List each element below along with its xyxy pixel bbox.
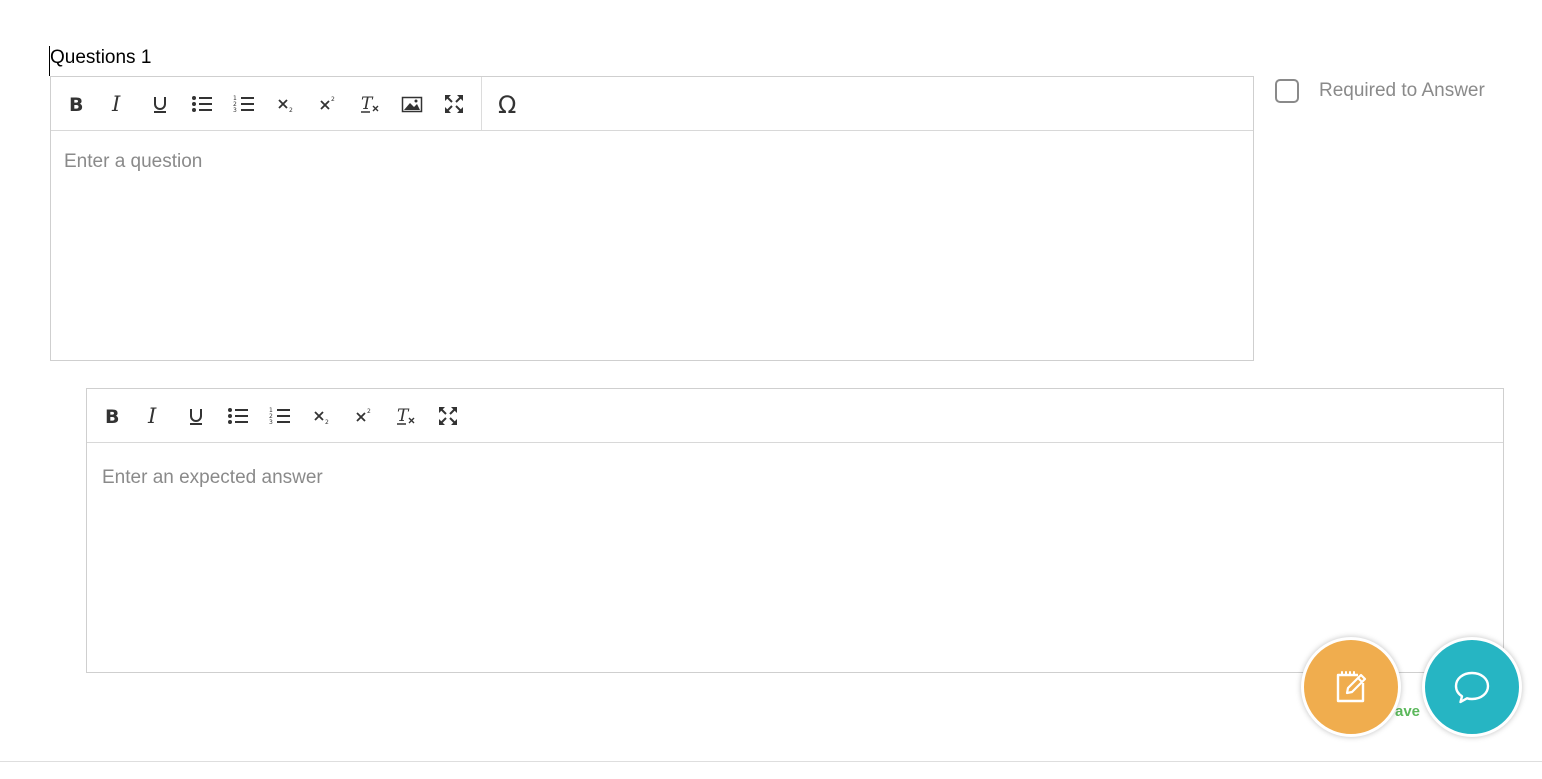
subscript-icon[interactable]: 2	[265, 83, 307, 125]
chat-bubble-icon	[1454, 671, 1490, 704]
maximize-icon[interactable]	[433, 83, 475, 125]
svg-text:B: B	[69, 94, 83, 114]
remove-format-icon[interactable]: T	[349, 83, 391, 125]
superscript-icon[interactable]: 2	[343, 395, 385, 437]
answer-editor[interactable]: B I 123 2 2 T Enter an expected answer	[86, 388, 1504, 673]
numbered-list-icon[interactable]: 123	[223, 83, 265, 125]
italic-icon[interactable]: I	[97, 83, 139, 125]
special-character-icon[interactable]: Ω	[488, 83, 530, 125]
italic-icon[interactable]: I	[133, 395, 175, 437]
answer-placeholder[interactable]: Enter an expected answer	[87, 443, 1503, 489]
underline-icon[interactable]	[175, 395, 217, 437]
subscript-icon[interactable]: 2	[301, 395, 343, 437]
remove-format-icon[interactable]: T	[385, 395, 427, 437]
question-placeholder[interactable]: Enter a question	[51, 131, 1253, 173]
svg-text:2: 2	[367, 408, 371, 415]
notes-button[interactable]	[1301, 637, 1401, 737]
question-editor[interactable]: B I 123 2 2 T Ω Enter a question	[50, 76, 1254, 361]
underline-icon[interactable]	[139, 83, 181, 125]
image-icon[interactable]	[391, 83, 433, 125]
svg-text:2: 2	[331, 96, 335, 103]
bulleted-list-icon[interactable]	[181, 83, 223, 125]
edit-note-icon	[1336, 671, 1367, 703]
required-label: Required to Answer	[1319, 80, 1485, 101]
svg-text:T: T	[361, 94, 374, 114]
bold-icon[interactable]: B	[91, 395, 133, 437]
svg-text:3: 3	[269, 419, 273, 426]
svg-text:I: I	[111, 94, 121, 114]
answer-toolbar: B I 123 2 2 T	[87, 389, 1503, 443]
superscript-icon[interactable]: 2	[307, 83, 349, 125]
svg-text:T: T	[397, 406, 410, 426]
required-checkbox[interactable]	[1275, 79, 1299, 103]
bold-icon[interactable]: B	[55, 83, 97, 125]
svg-text:3: 3	[233, 107, 237, 114]
bulleted-list-icon[interactable]	[217, 395, 259, 437]
question-title: Questions 1	[49, 46, 151, 76]
question-toolbar: B I 123 2 2 T Ω	[51, 77, 1253, 131]
maximize-icon[interactable]	[427, 395, 469, 437]
svg-text:B: B	[105, 406, 119, 426]
svg-text:Ω: Ω	[498, 92, 516, 116]
svg-text:2: 2	[289, 107, 293, 114]
save-link[interactable]: ave	[1395, 703, 1420, 720]
divider	[0, 761, 1542, 762]
required-to-answer-toggle[interactable]: Required to Answer	[1275, 79, 1485, 103]
numbered-list-icon[interactable]: 123	[259, 395, 301, 437]
svg-text:2: 2	[325, 419, 329, 426]
chat-button[interactable]	[1422, 637, 1522, 737]
svg-text:I: I	[147, 406, 157, 426]
